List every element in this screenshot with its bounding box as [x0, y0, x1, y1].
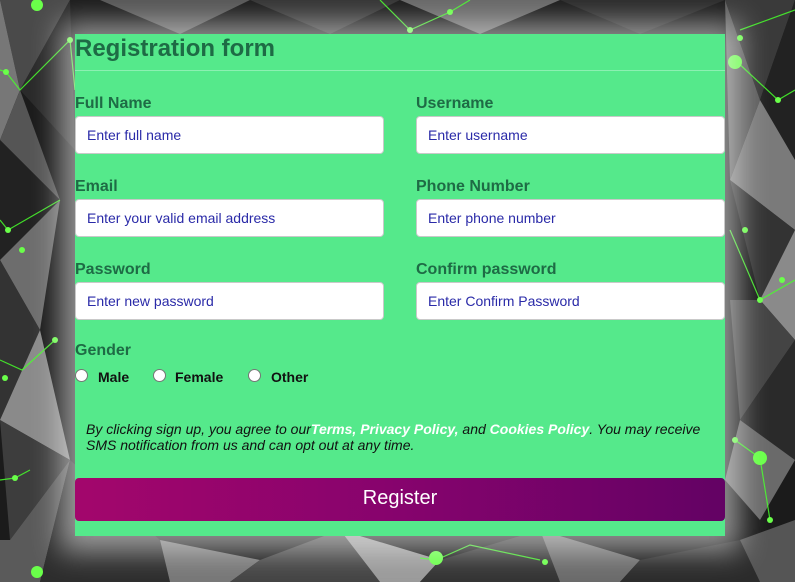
terms-link[interactable]: Terms,: [311, 421, 360, 437]
registration-card: Registration form Full Name Enter full n…: [75, 34, 725, 536]
phone-field: Phone Number Enter phone number: [416, 176, 725, 237]
full-name-field: Full Name Enter full name: [75, 93, 384, 154]
female-radio-button[interactable]: [153, 369, 166, 382]
email-label: Email: [75, 178, 118, 195]
male-radio-label: Male: [98, 369, 130, 385]
terms-notice: By clicking sign up, you agree to ourTer…: [86, 421, 716, 453]
male-radio-button[interactable]: [75, 369, 88, 382]
confirm-password-field: Confirm password Enter Confirm Password: [416, 259, 725, 320]
full-name-input[interactable]: Enter full name: [75, 116, 384, 154]
username-label: Username: [416, 95, 494, 112]
username-input[interactable]: Enter username: [416, 116, 725, 154]
gender-label: Gender: [75, 342, 132, 359]
email-field: Email Enter your valid email address: [75, 176, 384, 237]
password-field: Password Enter new password: [75, 259, 384, 320]
title-divider: [75, 70, 725, 71]
confirm-password-input[interactable]: Enter Confirm Password: [416, 282, 725, 320]
cookies-policy-link[interactable]: Cookies Policy: [490, 421, 590, 437]
full-name-label: Full Name: [75, 95, 152, 112]
password-label: Password: [75, 261, 151, 278]
terms-prefix: By clicking sign up, you agree to our: [86, 421, 311, 437]
phone-label: Phone Number: [416, 178, 530, 195]
phone-input[interactable]: Enter phone number: [416, 199, 725, 237]
register-button[interactable]: Register: [75, 478, 725, 521]
confirm-password-label: Confirm password: [416, 261, 557, 278]
email-input[interactable]: Enter your valid email address: [75, 199, 384, 237]
terms-and: and: [458, 421, 490, 437]
female-radio-label: Female: [175, 369, 224, 385]
other-radio-label: Other: [271, 369, 309, 385]
other-radio-button[interactable]: [248, 369, 261, 382]
form-title: Registration form: [75, 35, 276, 62]
password-input[interactable]: Enter new password: [75, 282, 384, 320]
username-field: Username Enter username: [416, 93, 725, 154]
privacy-policy-link[interactable]: Privacy Policy,: [360, 421, 458, 437]
